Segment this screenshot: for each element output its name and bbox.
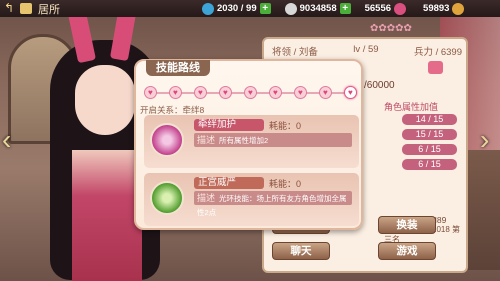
path-node[interactable]: ♥ bbox=[294, 86, 307, 99]
next-character-arrow[interactable]: › bbox=[480, 125, 489, 155]
house-icon bbox=[20, 3, 32, 14]
skill-cost: 耗能：0 bbox=[269, 121, 302, 131]
skill-name: 正宫威严 bbox=[194, 177, 264, 189]
previous-character-arrow[interactable]: ‹ bbox=[2, 125, 11, 155]
chat-button[interactable]: 聊天 bbox=[272, 242, 330, 260]
path-node[interactable]: ♥ bbox=[194, 86, 207, 99]
top-bar: ↰ 居所 2030 / 99 + 9034858 + 56556 59893 bbox=[0, 0, 500, 17]
skill-card[interactable]: 正宫威严 耗能：0 描述 光环技能：场上所有友方角色增加全属性2点 bbox=[144, 173, 359, 226]
bond-skill-icon bbox=[150, 123, 184, 157]
character-outfit bbox=[72, 150, 142, 281]
add-silver-button[interactable]: + bbox=[339, 3, 351, 14]
path-node-selected[interactable]: ♥ bbox=[344, 86, 357, 99]
change-outfit-button[interactable]: 换装 bbox=[378, 216, 436, 234]
character-face bbox=[75, 65, 135, 135]
path-node[interactable]: ♥ bbox=[319, 86, 332, 99]
skill-name: 牵绊加护 bbox=[194, 119, 264, 131]
path-node[interactable]: ♥ bbox=[269, 86, 282, 99]
aura-skill-icon bbox=[150, 181, 184, 215]
skill-cost: 耗能：0 bbox=[269, 179, 302, 189]
path-node[interactable]: ♥ bbox=[219, 86, 232, 99]
gem-icon bbox=[394, 2, 407, 15]
silver-coin-icon bbox=[284, 2, 297, 15]
skill-description: 描述 光环技能：场上所有友方角色增加全属性2点 bbox=[194, 191, 352, 217]
gift-heart-button[interactable] bbox=[428, 61, 443, 74]
attribute-heading: 角色属性加值 bbox=[384, 102, 439, 112]
attr-value: 15 / 15 bbox=[402, 129, 457, 140]
level-value: lv / 59 bbox=[353, 44, 379, 55]
path-node[interactable]: ♥ bbox=[144, 86, 157, 99]
flower-decoration: ✿✿✿✿✿ bbox=[370, 23, 412, 34]
back-arrow-icon[interactable]: ↰ bbox=[0, 0, 18, 17]
attr-value: 6 / 15 bbox=[402, 144, 457, 155]
skill-card[interactable]: 牵绊加护 耗能：0 描述 所有属性增加2 bbox=[144, 115, 359, 168]
gold-icon bbox=[452, 2, 465, 15]
resource-silver: 9034858 + bbox=[284, 2, 351, 15]
add-energy-button[interactable]: + bbox=[259, 3, 271, 14]
power-value: 兵力 / 6399 bbox=[413, 47, 462, 58]
energy-icon bbox=[202, 2, 214, 15]
exp-value: /60000 bbox=[364, 80, 395, 91]
location-title: 居所 bbox=[38, 3, 60, 16]
skill-route-dialog: 技能路线 ♥ ♥ ♥ ♥ ♥ ♥ ♥ ♥ ♥ 开启关系：牵绊8 牵绊加护 耗能：… bbox=[134, 59, 363, 230]
dialog-title: 技能路线 bbox=[146, 60, 210, 76]
attr-value: 14 / 15 bbox=[402, 114, 457, 125]
general-name: 将领 / 刘备 bbox=[272, 47, 318, 58]
game-button[interactable]: 游戏 bbox=[378, 242, 436, 260]
resource-energy: 2030 / 99 + bbox=[202, 2, 271, 15]
path-node[interactable]: ♥ bbox=[169, 86, 182, 99]
skill-path: ♥ ♥ ♥ ♥ ♥ ♥ ♥ ♥ ♥ bbox=[144, 83, 357, 102]
attr-value: 6 / 15 bbox=[402, 159, 457, 170]
skill-description: 描述 所有属性增加2 bbox=[194, 133, 352, 147]
resource-gems: 56556 bbox=[365, 2, 409, 15]
resource-gold: 59893 bbox=[423, 2, 467, 15]
path-node[interactable]: ♥ bbox=[244, 86, 257, 99]
